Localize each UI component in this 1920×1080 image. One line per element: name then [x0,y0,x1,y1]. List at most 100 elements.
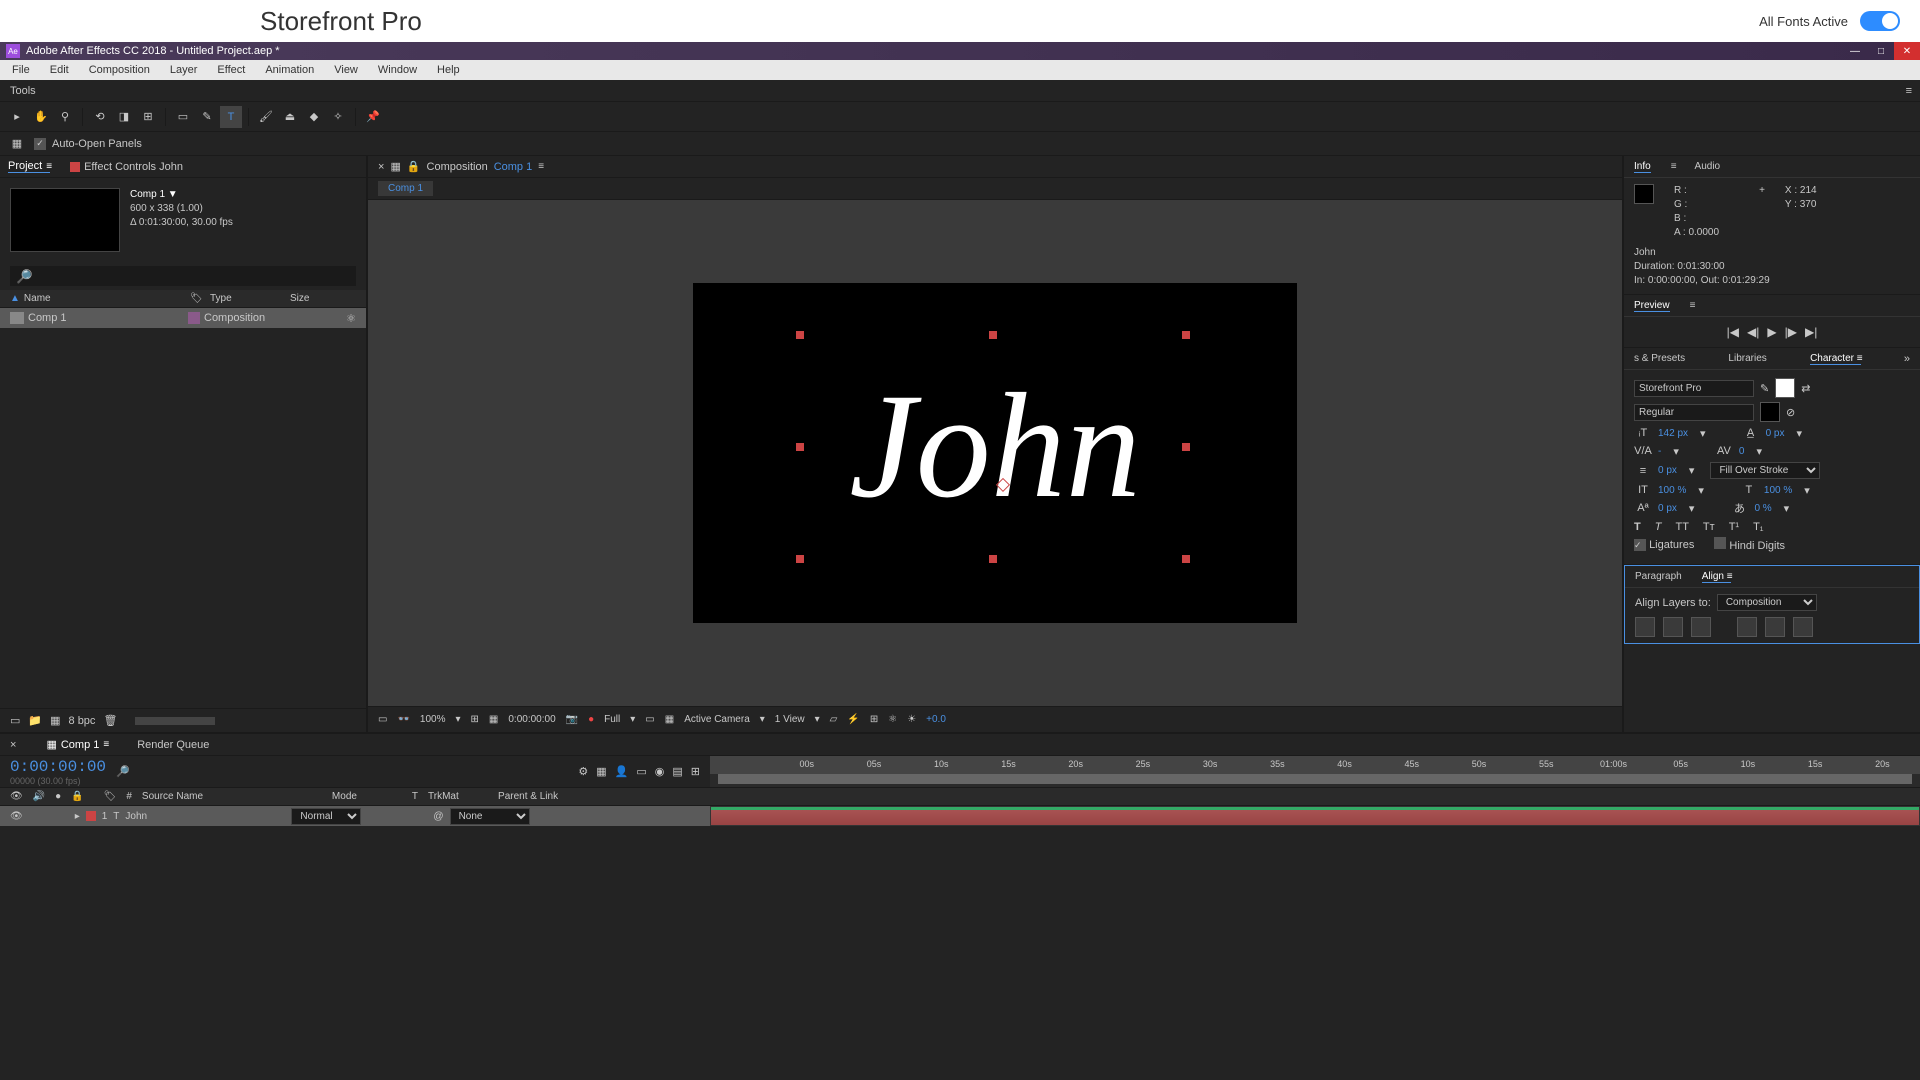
first-frame-button[interactable]: |◀ [1727,325,1739,339]
frame-blend-icon[interactable]: ▭ [636,765,646,778]
paragraph-tab[interactable]: Paragraph [1635,571,1682,582]
magnification-icon[interactable]: ▭ [378,714,387,725]
blend-mode-select[interactable]: Normal [291,808,361,825]
solo-column-icon[interactable]: ● [55,791,61,802]
allcaps-button[interactable]: TT [1675,521,1688,533]
align-left-button[interactable] [1635,617,1655,637]
selection-handle[interactable] [1182,331,1190,339]
selection-handle[interactable] [1182,443,1190,451]
canvas[interactable]: John [693,283,1297,623]
exposure-value[interactable]: +0.0 [926,714,946,725]
play-button[interactable]: ▶ [1767,325,1776,339]
panel-menu-icon[interactable]: ≡ [1671,161,1675,172]
pan-behind-tool[interactable]: ⊞ [137,106,159,128]
timeline-layer-row[interactable]: 👁 ▸ 1 T John Normal @ None [0,806,1920,826]
font-family-select[interactable] [1634,380,1754,397]
hindi-checkbox[interactable] [1714,537,1726,549]
fonts-active-toggle[interactable] [1860,11,1900,31]
grid-icon[interactable]: ▦ [489,714,498,725]
align-hcenter-button[interactable] [1663,617,1683,637]
maximize-button[interactable]: □ [1868,42,1894,60]
audio-column-icon[interactable]: 🔊 [33,791,45,802]
italic-button[interactable]: T [1655,521,1662,533]
ligatures-checkbox[interactable] [1634,539,1646,551]
alpha-icon[interactable]: 👓 [397,714,409,725]
align-bottom-button[interactable] [1793,617,1813,637]
breadcrumb-comp[interactable]: Comp 1 [378,181,433,196]
trkmat-column[interactable]: TrkMat [428,791,488,802]
audio-tab[interactable]: Audio [1695,161,1721,172]
prev-frame-button[interactable]: ◀| [1747,325,1759,339]
pickwhip-icon[interactable]: @ [433,811,443,822]
eyedropper-icon[interactable]: ✎ [1760,382,1769,395]
puppet-tool[interactable]: 📌 [362,106,384,128]
pixel-aspect-icon[interactable]: ▱ [830,714,838,725]
stroke-color-swatch[interactable] [1760,402,1780,422]
interpret-icon[interactable]: ▭ [10,714,20,727]
flowchart-icon[interactable]: ⚛ [346,312,356,325]
tools-menu-icon[interactable]: ≡ [1906,85,1910,97]
flowchart-icon[interactable]: ⚛ [888,714,897,725]
baseline-value[interactable]: 0 px [1658,503,1677,514]
bpc-button[interactable]: 8 bpc [69,715,96,727]
resolution-select[interactable]: Full [604,714,620,725]
timeline-comp-tab[interactable]: ▦ Comp 1 ≡ [46,738,107,751]
time-navigator[interactable] [718,774,1912,784]
effect-controls-tab[interactable]: Effect Controls John [70,161,183,173]
col-size[interactable]: Size [290,293,309,304]
align-target-select[interactable]: Composition [1717,594,1817,611]
kerning-value[interactable]: - [1658,446,1661,457]
tracking-value[interactable]: 0 [1739,446,1745,457]
fill-color-swatch[interactable] [1775,378,1795,398]
swap-colors-icon[interactable]: ⇄ [1801,382,1810,395]
align-top-button[interactable] [1737,617,1757,637]
stroke-option-select[interactable]: Fill Over Stroke [1710,462,1820,479]
visibility-toggle[interactable]: 👁 [10,811,23,822]
graph-editor-icon[interactable]: ▤ [672,765,682,778]
selection-handle[interactable] [989,331,997,339]
comp-tab-name[interactable]: Comp 1 [494,161,533,173]
info-tab[interactable]: Info [1634,161,1651,173]
menu-animation[interactable]: Animation [257,62,322,78]
new-comp-icon[interactable]: ▦ [50,714,60,727]
menu-effect[interactable]: Effect [209,62,253,78]
zoom-level[interactable]: 100% [420,714,446,725]
transparency-icon[interactable]: ▦ [665,714,674,725]
last-frame-button[interactable]: ▶| [1805,325,1817,339]
comp-mini-flowchart-icon[interactable]: ⚙ [578,765,588,778]
motion-blur-icon[interactable]: ◉ [655,765,665,778]
brainstorm-icon[interactable]: ⊞ [691,765,700,778]
no-color-icon[interactable]: ⊘ [1786,406,1795,419]
panel-menu-icon[interactable]: ≡ [1690,300,1694,311]
panel-menu-icon[interactable]: ≡ [538,161,542,172]
close-tab-icon[interactable]: × [10,739,16,751]
views-select[interactable]: 1 View [775,714,805,725]
bold-button[interactable]: T [1634,521,1641,533]
subscript-button[interactable]: T₁ [1753,521,1763,533]
minimize-button[interactable]: — [1842,42,1868,60]
project-tab[interactable]: Project ≡ [8,160,50,173]
auto-open-checkbox[interactable] [34,138,46,150]
camera-tool[interactable]: ◨ [113,106,135,128]
close-button[interactable]: ✕ [1894,42,1920,60]
col-type[interactable]: Type [210,293,290,304]
project-item-row[interactable]: Comp 1 Composition ⚛ [0,308,366,328]
trash-icon[interactable]: 🗑 [103,714,117,727]
align-vcenter-button[interactable] [1765,617,1785,637]
hscale-value[interactable]: 100 % [1764,485,1792,496]
rectangle-tool[interactable]: ▭ [172,106,194,128]
pen-tool[interactable]: ✎ [196,106,218,128]
project-search[interactable] [10,266,356,286]
font-size-value[interactable]: 142 px [1658,428,1688,439]
comp-name[interactable]: Comp 1 ▼ [130,188,233,202]
lock-icon[interactable]: 🔒 [407,160,421,173]
layer-duration-bar[interactable] [710,806,1920,826]
menu-composition[interactable]: Composition [81,62,158,78]
index-column[interactable]: # [126,791,132,802]
lock-column-icon[interactable]: 🔒 [71,791,83,802]
composition-viewer[interactable]: John [368,200,1622,706]
stroke-width-value[interactable]: 0 px [1658,465,1677,476]
menu-file[interactable]: File [4,62,38,78]
parent-select[interactable]: None [450,808,530,825]
current-time[interactable]: 0:00:00:00 [508,714,555,725]
